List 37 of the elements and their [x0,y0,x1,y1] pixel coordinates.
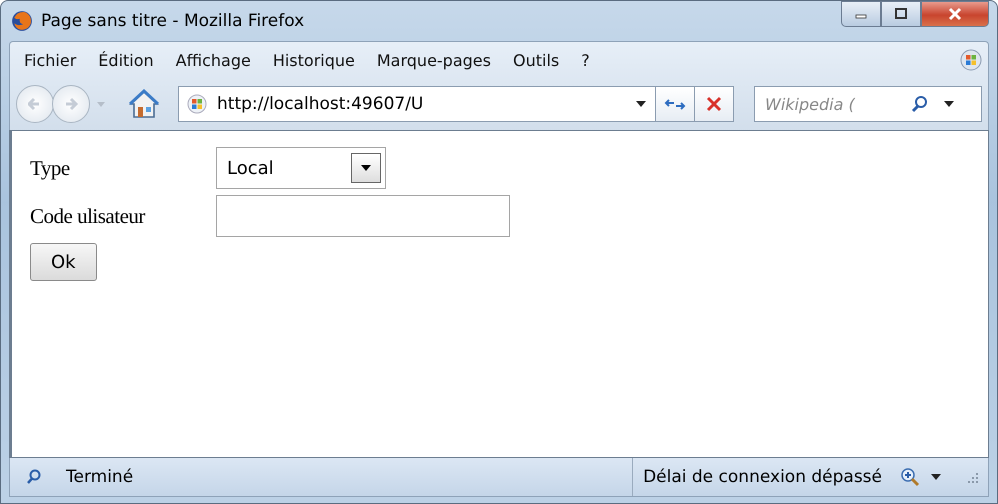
back-arrow-icon [28,97,42,111]
firefox-logo-icon [11,10,33,32]
dropdown-arrow-icon[interactable] [943,100,955,108]
menu-item[interactable]: Outils [510,50,570,70]
page-favicon-icon [187,94,207,114]
search-icon[interactable] [911,95,929,113]
user-code-field[interactable] [216,195,510,237]
menu-item[interactable]: ? [579,50,600,70]
menu-item[interactable]: Historique [270,50,365,70]
dropdown-arrow-icon[interactable] [930,473,942,481]
close-icon [947,7,963,21]
reload-button[interactable] [655,86,695,122]
minimize-button[interactable] [841,1,881,27]
stop-button[interactable] [694,86,734,122]
type-label: Type [30,156,71,180]
address-field[interactable]: http://localhost:49607/U [178,86,656,122]
forward-arrow-icon [64,97,78,111]
zoom-icon[interactable] [900,467,920,487]
dropdown-arrow-icon[interactable] [635,100,647,108]
connection-status-text: Délai de connexion dépassé [632,458,890,496]
ok-button[interactable]: Ok [30,243,97,281]
dropdown-arrow-icon [361,165,371,171]
menu-item[interactable]: Marque-pages [374,50,501,70]
search-icon [26,469,42,485]
search-bar[interactable]: Wikipedia ( [754,86,982,122]
close-button[interactable] [921,1,989,27]
window-title: Page sans titre - Mozilla Firefox [41,11,304,31]
type-select[interactable]: Local [216,147,386,189]
menu-item[interactable]: Fichier [22,50,86,70]
stop-icon [705,95,723,113]
maximize-icon [894,8,908,20]
menu-item[interactable]: Édition [96,50,164,70]
maximize-button[interactable] [881,1,921,27]
menu-item[interactable]: Affichage [174,50,261,70]
home-icon[interactable] [128,89,160,119]
user-code-label: Code ulisateur [30,204,146,228]
status-text: Terminé [66,467,134,487]
